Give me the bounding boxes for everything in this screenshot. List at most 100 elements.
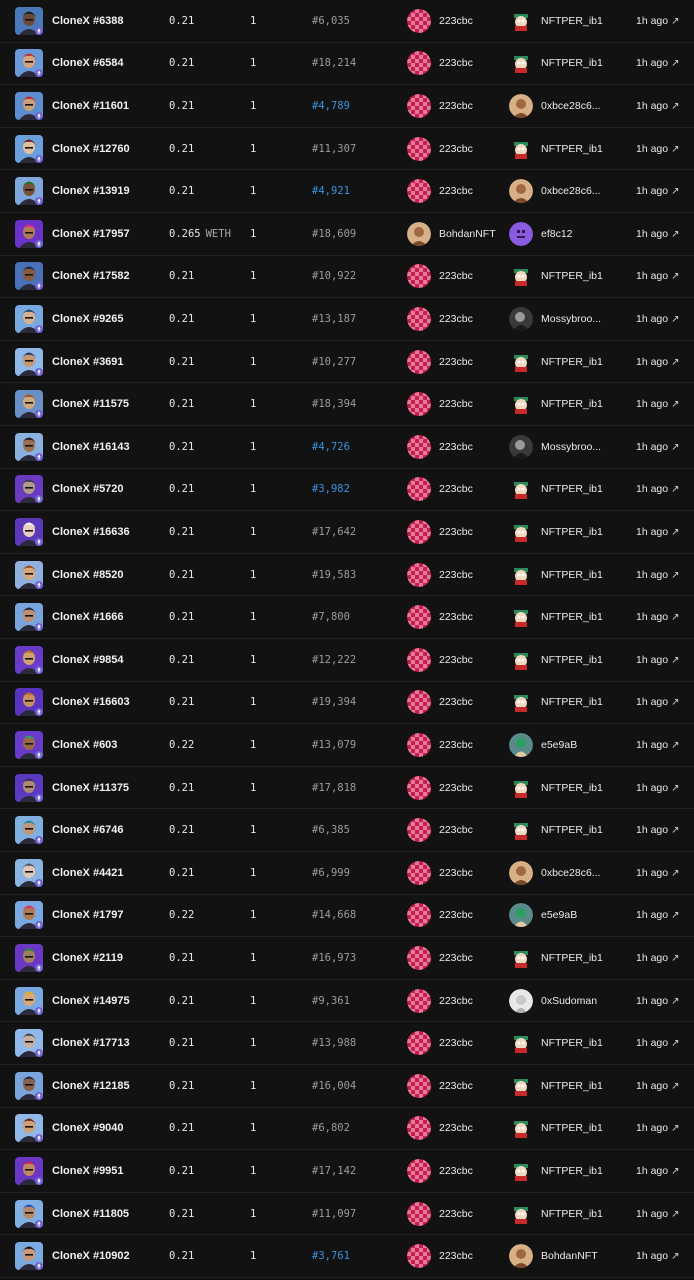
sale-time-link[interactable]: 1h ago ↗	[636, 1080, 680, 1092]
item-name[interactable]: CloneX #11805	[52, 1208, 129, 1220]
buyer-avatar[interactable]	[509, 434, 533, 459]
seller-avatar[interactable]	[407, 818, 431, 843]
seller-avatar[interactable]	[407, 93, 431, 118]
seller-avatar[interactable]	[407, 434, 431, 459]
buyer-avatar[interactable]	[509, 1201, 533, 1226]
nft-thumbnail[interactable]	[15, 1114, 43, 1143]
seller-avatar[interactable]	[407, 1244, 431, 1269]
seller-name[interactable]: 223cbc	[439, 654, 473, 666]
nft-thumbnail[interactable]	[15, 560, 43, 589]
table-row[interactable]: CloneX #14975 0.21 1 #9,361 223cbc 0xSud…	[0, 980, 694, 1023]
nft-thumbnail[interactable]	[15, 603, 43, 632]
sale-time-link[interactable]: 1h ago ↗	[636, 1208, 680, 1220]
nft-thumbnail[interactable]	[15, 49, 43, 78]
seller-name[interactable]: 223cbc	[439, 909, 473, 921]
buyer-avatar[interactable]	[509, 51, 533, 76]
item-name[interactable]: CloneX #1797	[52, 909, 124, 921]
sale-time-link[interactable]: 1h ago ↗	[636, 696, 680, 708]
nft-thumbnail[interactable]	[15, 688, 43, 717]
buyer-avatar[interactable]	[509, 860, 533, 885]
buyer-avatar[interactable]	[509, 136, 533, 161]
buyer-avatar[interactable]	[509, 221, 533, 246]
buyer-avatar[interactable]	[509, 988, 533, 1013]
seller-name[interactable]: 223cbc	[439, 526, 473, 538]
buyer-avatar[interactable]	[509, 1244, 533, 1269]
item-name[interactable]: CloneX #12760	[52, 143, 130, 155]
table-row[interactable]: CloneX #6746 0.21 1 #6,385 223cbc NFTPER…	[0, 809, 694, 852]
item-name[interactable]: CloneX #4421	[52, 867, 124, 879]
seller-avatar[interactable]	[407, 775, 431, 800]
seller-name[interactable]: 223cbc	[439, 143, 473, 155]
buyer-name[interactable]: NFTPER_ib1	[541, 1208, 603, 1220]
sale-time-link[interactable]: 1h ago ↗	[636, 782, 680, 794]
sale-time-link[interactable]: 1h ago ↗	[636, 739, 680, 751]
sale-time-link[interactable]: 1h ago ↗	[636, 57, 680, 69]
sale-time-link[interactable]: 1h ago ↗	[636, 1037, 680, 1049]
buyer-name[interactable]: NFTPER_ib1	[541, 952, 603, 964]
buyer-name[interactable]: NFTPER_ib1	[541, 782, 603, 794]
buyer-name[interactable]: 0xSudoman	[541, 995, 597, 1007]
buyer-name[interactable]: 0xbce28c6...	[541, 185, 601, 197]
buyer-avatar[interactable]	[509, 8, 533, 33]
buyer-avatar[interactable]	[509, 349, 533, 374]
table-row[interactable]: CloneX #1666 0.21 1 #7,800 223cbc NFTPER…	[0, 596, 694, 639]
buyer-name[interactable]: NFTPER_ib1	[541, 654, 603, 666]
buyer-name[interactable]: e5e9aB	[541, 909, 577, 921]
table-row[interactable]: CloneX #12185 0.21 1 #16,004 223cbc NFTP…	[0, 1065, 694, 1108]
buyer-avatar[interactable]	[509, 605, 533, 630]
table-row[interactable]: CloneX #9854 0.21 1 #12,222 223cbc NFTPE…	[0, 639, 694, 682]
item-name[interactable]: CloneX #9951	[52, 1165, 124, 1177]
seller-avatar[interactable]	[407, 988, 431, 1013]
seller-name[interactable]: 223cbc	[439, 185, 473, 197]
buyer-name[interactable]: NFTPER_ib1	[541, 611, 603, 623]
item-name[interactable]: CloneX #13919	[52, 185, 130, 197]
table-row[interactable]: CloneX #11575 0.21 1 #18,394 223cbc NFTP…	[0, 383, 694, 426]
seller-name[interactable]: 223cbc	[439, 867, 473, 879]
item-name[interactable]: CloneX #9040	[52, 1122, 124, 1134]
nft-thumbnail[interactable]	[15, 1199, 43, 1228]
seller-avatar[interactable]	[407, 519, 431, 544]
nft-thumbnail[interactable]	[15, 986, 43, 1015]
buyer-name[interactable]: NFTPER_ib1	[541, 398, 603, 410]
item-name[interactable]: CloneX #16143	[52, 441, 130, 453]
seller-name[interactable]: 223cbc	[439, 57, 473, 69]
nft-thumbnail[interactable]	[15, 390, 43, 419]
buyer-avatar[interactable]	[509, 179, 533, 204]
nft-thumbnail[interactable]	[15, 730, 43, 759]
seller-name[interactable]: 223cbc	[439, 569, 473, 581]
sale-time-link[interactable]: 1h ago ↗	[636, 185, 680, 197]
buyer-name[interactable]: NFTPER_ib1	[541, 696, 603, 708]
nft-thumbnail[interactable]	[15, 6, 43, 35]
buyer-avatar[interactable]	[509, 1031, 533, 1056]
nft-thumbnail[interactable]	[15, 773, 43, 802]
buyer-name[interactable]: 0xbce28c6...	[541, 100, 601, 112]
sale-time-link[interactable]: 1h ago ↗	[636, 995, 680, 1007]
item-name[interactable]: CloneX #6584	[52, 57, 124, 69]
nft-thumbnail[interactable]	[15, 1071, 43, 1100]
item-name[interactable]: CloneX #16636	[52, 526, 130, 538]
seller-name[interactable]: 223cbc	[439, 270, 473, 282]
buyer-avatar[interactable]	[509, 1158, 533, 1183]
sale-time-link[interactable]: 1h ago ↗	[636, 143, 680, 155]
seller-name[interactable]: 223cbc	[439, 824, 473, 836]
table-row[interactable]: CloneX #17957 0.265 WETH 1 #18,609 Bohdan…	[0, 213, 694, 256]
table-row[interactable]: CloneX #11805 0.21 1 #11,097 223cbc NFTP…	[0, 1193, 694, 1236]
sale-time-link[interactable]: 1h ago ↗	[636, 867, 680, 879]
sale-time-link[interactable]: 1h ago ↗	[636, 654, 680, 666]
buyer-avatar[interactable]	[509, 647, 533, 672]
table-row[interactable]: CloneX #11601 0.21 1 #4,789 223cbc 0xbce…	[0, 85, 694, 128]
table-row[interactable]: CloneX #9951 0.21 1 #17,142 223cbc NFTPE…	[0, 1150, 694, 1193]
seller-avatar[interactable]	[407, 306, 431, 331]
buyer-name[interactable]: NFTPER_ib1	[541, 1037, 603, 1049]
nft-thumbnail[interactable]	[15, 517, 43, 546]
item-name[interactable]: CloneX #11375	[52, 782, 129, 794]
buyer-name[interactable]: NFTPER_ib1	[541, 569, 603, 581]
item-name[interactable]: CloneX #10902	[52, 1250, 130, 1262]
sale-time-link[interactable]: 1h ago ↗	[636, 15, 680, 27]
buyer-avatar[interactable]	[509, 264, 533, 289]
sale-time-link[interactable]: 1h ago ↗	[636, 398, 680, 410]
sale-time-link[interactable]: 1h ago ↗	[636, 526, 680, 538]
item-name[interactable]: CloneX #603	[52, 739, 117, 751]
buyer-name[interactable]: NFTPER_ib1	[541, 143, 603, 155]
seller-name[interactable]: 223cbc	[439, 398, 473, 410]
